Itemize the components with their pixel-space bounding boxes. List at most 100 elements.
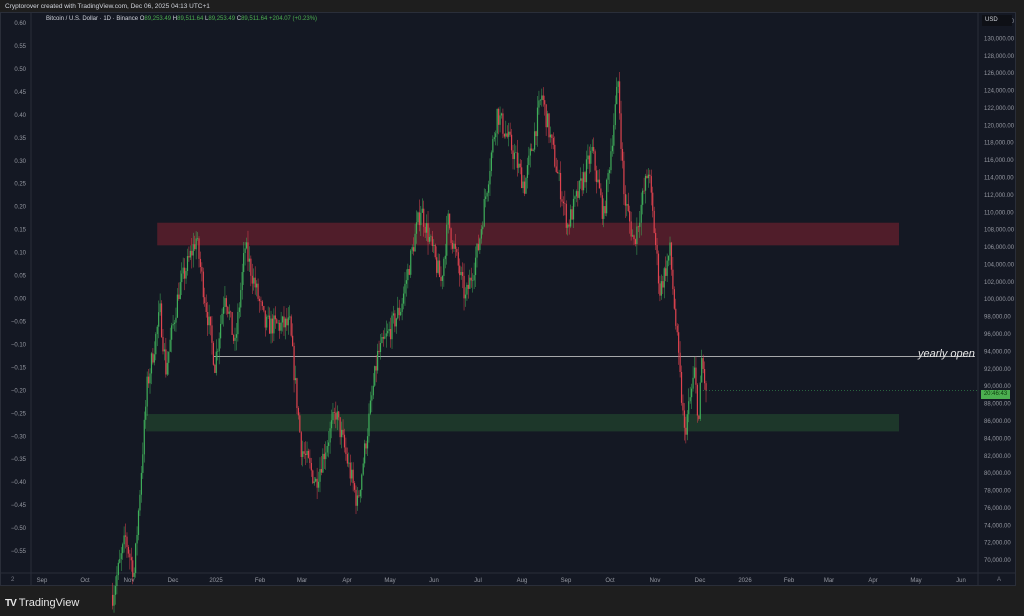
tradingview-logo: TV TradingView [5,597,79,609]
candle-up [639,222,641,227]
candle-down [545,104,547,128]
symbol-name[interactable]: Bitcoin / U.S. Dollar · 1D · Binance [46,16,138,22]
right-axis-tick: 118,000.00 [984,141,1014,147]
candle-up [146,376,148,407]
candle-down [342,429,344,435]
candle-down [675,308,677,326]
candle-up [578,180,580,198]
candle-up [241,272,243,291]
candle-down [555,166,557,172]
candle-up [617,81,619,87]
candle-up [611,145,613,152]
auto-scale-button[interactable]: A [997,577,1001,583]
candle-down [276,319,278,324]
right-axis-tick: 120,000.00 [984,123,1015,129]
candle-up [669,242,671,256]
candle-down [290,316,292,336]
candle-up [500,113,503,116]
candle-down [251,275,253,284]
time-axis-tick: Feb [784,578,795,584]
candle-down [127,546,130,554]
candle-down [656,245,658,254]
candle-down [165,349,167,375]
candle-down [523,181,526,194]
candle-down [571,209,573,220]
candle-up [428,237,431,242]
candle-up [689,397,691,402]
candle-up [433,244,435,246]
candle-down [509,131,511,135]
candle-up [294,378,297,381]
price-chart[interactable]: 132,000.00130,000.00128,000.00126,000.00… [0,0,1024,616]
candle-up [113,594,115,606]
candle-up [228,311,230,314]
candle-up [364,443,366,464]
high-value: 89,511.64 [177,16,204,22]
time-axis-tick: Jul [474,578,482,584]
candle-down [423,208,425,227]
candle-up [196,238,199,239]
candle-down [286,318,288,326]
right-axis-tick: 72,000.00 [984,541,1011,547]
candle-up [169,339,171,352]
candle-up [575,191,577,197]
change-value: +204.07 (+0.23%) [269,16,318,22]
candle-up [479,238,481,251]
candle-up [158,312,160,327]
currency-label[interactable]: USD [982,15,1012,26]
candle-down [352,469,354,484]
candle-up [421,208,423,213]
candle-up [430,236,432,238]
candle-down [510,134,513,151]
right-axis-tick: 102,000.00 [984,280,1015,286]
candle-up [420,212,422,226]
candle-down [205,303,207,313]
candle-up [616,86,618,105]
candle-up [359,489,361,497]
candle-down [147,376,150,384]
candle-up [626,204,628,206]
logo-text: TradingView [18,597,80,609]
right-axis-tick: 80,000.00 [984,471,1011,477]
left-axis-tick: 0.10 [14,251,26,257]
candle-down [467,284,469,289]
candle-down [703,368,706,384]
candle-up [328,442,330,447]
candle-down [604,206,606,214]
candle-up [267,315,269,317]
candle-down [261,301,263,306]
right-axis-tick: 116,000.00 [984,158,1014,164]
candle-up [156,326,158,335]
candle-up [539,99,541,101]
candle-down [561,199,563,202]
candle-up [402,293,405,304]
candle-up [480,229,482,239]
candle-up [140,472,142,495]
candle-up [490,152,493,171]
candle-up [372,385,374,396]
left-axis-tick: 0.05 [14,274,26,280]
candle-up [336,411,338,420]
candle-down [198,238,200,259]
candle-down [665,268,667,276]
candle-down [519,163,521,168]
candle-down [345,447,347,455]
candle-up [473,275,475,281]
candle-up [492,139,494,153]
candle-down [535,131,537,137]
candle-down [126,536,128,547]
scale-settings-icon[interactable]: 2 [11,577,14,583]
candle-down [682,402,684,411]
time-axis-tick: Apr [342,578,351,584]
candle-up [362,463,364,475]
candle-down [434,244,436,258]
right-axis-tick: 86,000.00 [984,419,1011,425]
candle-up [245,242,248,249]
candle-down [680,371,683,403]
candle-up [313,481,315,484]
candle-up [366,436,369,449]
candle-down [551,134,553,139]
candle-down [338,411,340,418]
candle-up [123,535,125,545]
support-zone [145,414,899,432]
